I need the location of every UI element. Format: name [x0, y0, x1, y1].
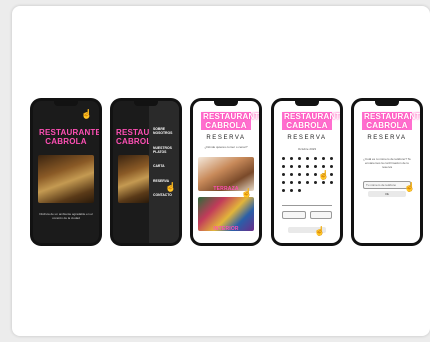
- phone-notch: [295, 101, 319, 106]
- phone-screen: RESTAURANTE CABROLA Disfruta de un ambie…: [33, 101, 99, 243]
- zone-question: ¿Dónde quieres comer o cenar?: [204, 145, 248, 149]
- menu-item-sobre-nosotros[interactable]: SOBRE NOSOTROS: [153, 127, 179, 135]
- phone-mockup-menu: RESTAURANTE CABROLA SOBRE NOSOTROS NUEST…: [110, 98, 182, 246]
- restaurant-title: RESTAURANTE CABROLA: [39, 128, 99, 146]
- phone-notch: [54, 101, 78, 106]
- restaurant-title: RESTAURANTE CABROLA: [284, 112, 340, 130]
- calendar-month: Octubre 2023: [297, 147, 317, 151]
- hand-cursor-icon: ☝: [318, 170, 330, 180]
- interior-option[interactable]: INTERIOR: [193, 225, 259, 234]
- restaurant-title: RESTAURANTE CABROLA: [203, 112, 259, 130]
- phone-notch: [134, 101, 158, 106]
- restaurant-title: RESTAURANTE CABROLA: [116, 128, 179, 146]
- time-divider: [282, 205, 332, 206]
- phone-mockup-home: RESTAURANTE CABROLA Disfruta de un ambie…: [30, 98, 102, 246]
- phone-mockup-reserva-zona: RESTAURANTE CABROLA RESERVA ¿Dónde quier…: [190, 98, 262, 246]
- phone-notch: [214, 101, 238, 106]
- phone-screen: RESTAURANTE CABROLA SOBRE NOSOTROS NUEST…: [113, 101, 179, 243]
- hand-cursor-icon: ☝: [404, 182, 416, 192]
- restaurant-title: RESTAURANTE CABROLA: [364, 112, 420, 130]
- reserva-heading: RESERVA: [367, 135, 407, 141]
- reserva-heading: RESERVA: [206, 135, 246, 141]
- ok-button[interactable]: Ok: [368, 191, 406, 197]
- reserva-heading: RESERVA: [287, 135, 327, 141]
- home-caption: Disfruta de un ambiente agradable en el …: [39, 212, 93, 220]
- phone-screen: RESTAURANTE CABROLA RESERVA ¿Cuál es tu …: [354, 101, 420, 243]
- ok-label: Ok: [385, 192, 389, 196]
- restaurant-photo: [118, 155, 149, 203]
- menu-item-nuestros-platos[interactable]: NUESTROS PLATOS: [153, 146, 179, 154]
- menu-item-contacto[interactable]: CONTACTO: [153, 193, 172, 197]
- phone-field-placeholder: Tu número de teléfono: [366, 183, 397, 187]
- phone-screen: RESTAURANTE CABROLA RESERVA Octubre 2023…: [274, 101, 340, 243]
- restaurant-photo: [38, 155, 94, 203]
- phone-notch: [375, 101, 399, 106]
- hand-cursor-icon: ☝: [314, 226, 326, 236]
- menu-item-carta[interactable]: CARTA: [153, 164, 165, 168]
- hand-cursor-icon: ☝: [165, 182, 177, 192]
- phone-mockup-reserva-telefono: RESTAURANTE CABROLA RESERVA ¿Cuál es tu …: [351, 98, 423, 246]
- phone-mockup-reserva-fecha: RESTAURANTE CABROLA RESERVA Octubre 2023…: [271, 98, 343, 246]
- phone-screen: RESTAURANTE CABROLA RESERVA ¿Dónde quier…: [193, 101, 259, 243]
- nav-menu-panel[interactable]: SOBRE NOSOTROS NUESTROS PLATOS CARTA RES…: [149, 101, 179, 243]
- hand-cursor-icon: ☝: [81, 109, 93, 119]
- hand-cursor-icon: ☝: [241, 188, 253, 198]
- phone-question: ¿Cuál es tu número de teléfono? Te envia…: [363, 157, 411, 169]
- time-field[interactable]: [282, 211, 306, 219]
- guests-field[interactable]: [310, 211, 332, 219]
